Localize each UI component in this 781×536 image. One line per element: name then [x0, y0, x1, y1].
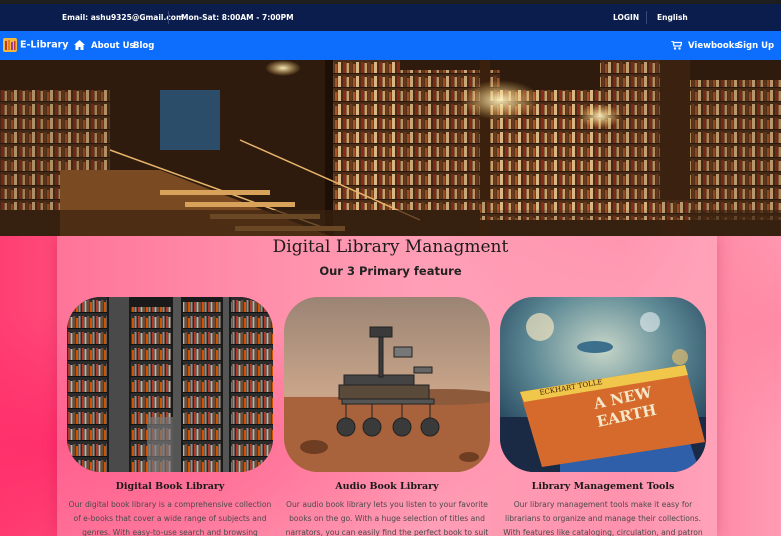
brand-link[interactable]: E-Library: [3, 38, 69, 52]
login-link[interactable]: LOGIN: [613, 13, 639, 22]
cart-icon[interactable]: [671, 41, 682, 50]
section-subtitle: Our 3 Primary feature: [319, 264, 462, 278]
card-title: Library Management Tools: [531, 481, 675, 492]
card-text: Our library management tools make it eas…: [503, 500, 703, 536]
card-text: Our digital book library is a comprehens…: [68, 500, 272, 536]
opening-hours: Mon-Sat: 8:00AM - 7:00PM: [181, 13, 294, 22]
library-interior-image: [0, 60, 781, 236]
feature-card-tools[interactable]: A NEW EARTH ECKHART TOLLE Library Manage…: [500, 297, 706, 536]
card-text: Our audio book library lets you listen t…: [285, 500, 489, 536]
top-info-bar: Email: ashu9325@Gmail.com Mon-Sat: 8:00A…: [0, 4, 781, 31]
feature-card-audio[interactable]: Audio Book Library Our audio book librar…: [284, 297, 490, 536]
card-title: Digital Book Library: [115, 481, 225, 492]
mars-rover-image: [284, 297, 490, 472]
nav-blog[interactable]: Blog: [133, 41, 154, 51]
nav-viewbooks[interactable]: Viewbooks: [688, 41, 739, 51]
topbar-divider: [168, 11, 169, 24]
book-logo-icon: [3, 38, 17, 52]
section-title: Digital Library Managment: [272, 237, 509, 257]
nav-sign-up[interactable]: Sign Up: [737, 41, 774, 51]
home-icon[interactable]: [74, 40, 85, 50]
nav-about-us[interactable]: About Us: [91, 41, 135, 51]
contact-email: Email: ashu9325@Gmail.com: [62, 13, 184, 22]
hero-carousel[interactable]: [0, 60, 781, 236]
feature-card-digital[interactable]: Digital Book Library Our digital book li…: [67, 297, 273, 536]
book-on-table-image: A NEW EARTH ECKHART TOLLE: [500, 297, 706, 472]
language-selector[interactable]: English: [657, 13, 688, 22]
features-section: Digital Library Managment Our 3 Primary …: [0, 236, 781, 536]
bookshelves-image: [67, 297, 273, 472]
card-title: Audio Book Library: [335, 481, 439, 492]
brand-name: E-Library: [19, 39, 69, 51]
topbar-divider: [646, 11, 647, 24]
main-navbar: E-Library About Us Blog Viewbooks Sign U…: [0, 31, 781, 60]
